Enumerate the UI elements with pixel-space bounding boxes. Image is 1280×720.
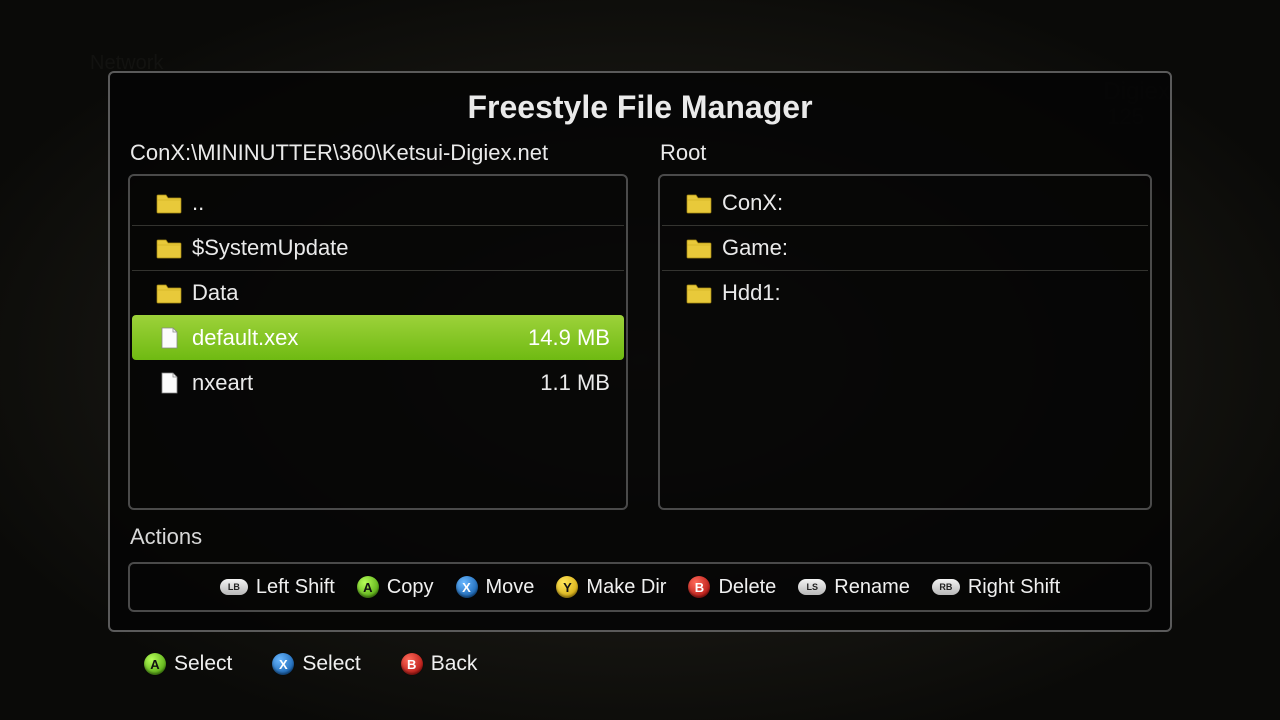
left-path: ConX:\MININUTTER\360\Ketsui-Digiex.net [128, 140, 628, 166]
left-pane: ConX:\MININUTTER\360\Ketsui-Digiex.net .… [128, 140, 628, 510]
action-label: Right Shift [968, 576, 1060, 599]
lb-button-icon: LB [220, 579, 248, 595]
item-name: nxeart [192, 370, 540, 396]
action-copy[interactable]: A Copy [357, 576, 434, 599]
action-right-shift[interactable]: RB Right Shift [932, 576, 1060, 599]
action-label: Make Dir [586, 576, 666, 599]
item-name: $SystemUpdate [192, 235, 610, 261]
action-left-shift[interactable]: LB Left Shift [220, 576, 335, 599]
list-item[interactable]: .. [132, 180, 624, 225]
action-label: Delete [718, 576, 776, 599]
list-item[interactable]: Hdd1: [662, 270, 1148, 315]
right-path: Root [658, 140, 1152, 166]
actions-heading: Actions [130, 524, 1152, 550]
footer-select-a[interactable]: A Select [144, 652, 232, 676]
list-item[interactable]: Data [132, 270, 624, 315]
file-icon [156, 372, 182, 394]
folder-icon [156, 237, 182, 259]
action-label: Left Shift [256, 576, 335, 599]
list-item[interactable]: default.xex14.9 MB [132, 315, 624, 360]
item-name: Data [192, 280, 610, 306]
b-button-icon: B [401, 653, 423, 675]
file-manager-dialog: Freestyle File Manager ConX:\MININUTTER\… [108, 71, 1172, 632]
footer-label: Back [431, 652, 478, 676]
folder-icon [686, 192, 712, 214]
list-item[interactable]: Game: [662, 225, 1148, 270]
a-button-icon: A [357, 576, 379, 598]
footer-select-x[interactable]: X Select [272, 652, 360, 676]
right-pane: Root ConX: Game: Hdd1: [658, 140, 1152, 510]
x-button-icon: X [272, 653, 294, 675]
action-delete[interactable]: B Delete [688, 576, 776, 599]
list-item[interactable]: $SystemUpdate [132, 225, 624, 270]
folder-icon [156, 192, 182, 214]
a-button-icon: A [144, 653, 166, 675]
b-button-icon: B [688, 576, 710, 598]
item-name: default.xex [192, 325, 528, 351]
right-file-list[interactable]: ConX: Game: Hdd1: [658, 174, 1152, 510]
item-name: Game: [722, 235, 1134, 261]
item-name: .. [192, 190, 610, 216]
left-file-list[interactable]: ..$SystemUpdateDatadefault.xex14.9 MBnxe… [128, 174, 628, 510]
action-rename[interactable]: LS Rename [798, 576, 910, 599]
footer-hints: A Select X Select B Back [144, 652, 477, 676]
folder-icon [686, 282, 712, 304]
action-bar: LB Left Shift A Copy X Move Y Make Dir B… [128, 562, 1152, 612]
item-name: Hdd1: [722, 280, 1134, 306]
x-button-icon: X [456, 576, 478, 598]
rb-button-icon: RB [932, 579, 960, 595]
item-size: 14.9 MB [528, 325, 610, 351]
action-label: Move [486, 576, 535, 599]
dialog-title: Freestyle File Manager [128, 89, 1152, 126]
item-size: 1.1 MB [540, 370, 610, 396]
folder-icon [156, 282, 182, 304]
list-item[interactable]: ConX: [662, 180, 1148, 225]
action-label: Copy [387, 576, 434, 599]
action-move[interactable]: X Move [456, 576, 535, 599]
action-label: Rename [834, 576, 910, 599]
action-makedir[interactable]: Y Make Dir [556, 576, 666, 599]
file-icon [156, 327, 182, 349]
ls-button-icon: LS [798, 579, 826, 595]
footer-label: Select [174, 652, 232, 676]
item-name: ConX: [722, 190, 1134, 216]
footer-label: Select [302, 652, 360, 676]
list-item[interactable]: nxeart1.1 MB [132, 360, 624, 405]
folder-icon [686, 237, 712, 259]
y-button-icon: Y [556, 576, 578, 598]
footer-back[interactable]: B Back [401, 652, 478, 676]
